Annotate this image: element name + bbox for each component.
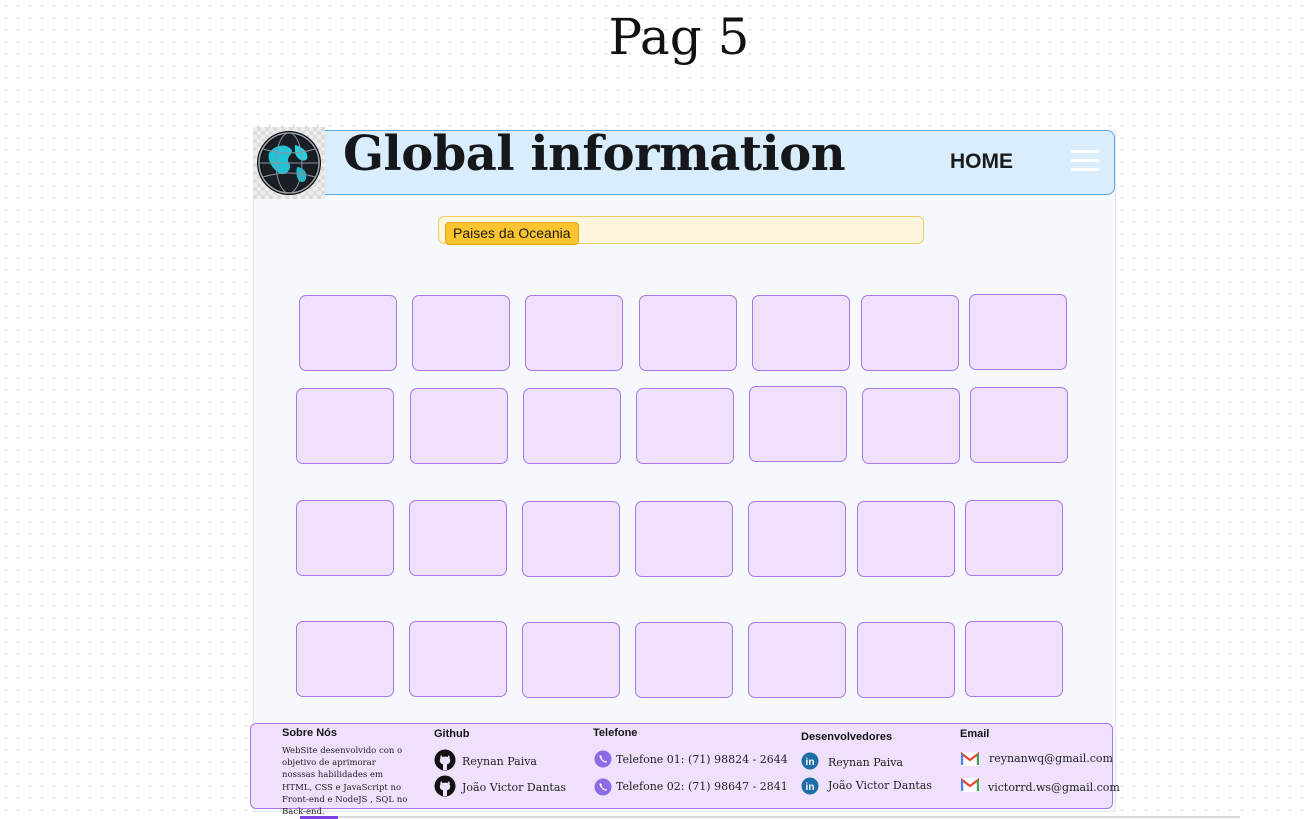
gmail-icon — [961, 778, 979, 792]
footer-email-title: Email — [960, 728, 990, 740]
globe-icon — [257, 131, 321, 195]
country-card[interactable] — [965, 621, 1063, 697]
country-card[interactable] — [522, 622, 620, 698]
region-chip[interactable]: Paises da Oceania — [445, 222, 579, 245]
country-card[interactable] — [970, 387, 1068, 463]
country-card[interactable] — [296, 500, 394, 576]
phone-02[interactable]: Telefone 02: (71) 98647 - 2841 — [616, 780, 788, 793]
page-title: Pag 5 — [608, 8, 750, 66]
country-card[interactable] — [639, 295, 737, 371]
footer-about-text: WebSite desenvolvido con o objetivo de a… — [282, 746, 408, 818]
brand-title: Global information — [343, 126, 846, 182]
linkedin-link-joao[interactable]: João Victor Dantas — [828, 779, 932, 792]
country-card[interactable] — [752, 295, 850, 371]
country-card[interactable] — [857, 501, 955, 577]
country-card[interactable] — [969, 294, 1067, 370]
country-card[interactable] — [299, 295, 397, 371]
github-icon[interactable] — [434, 749, 456, 771]
country-card[interactable] — [748, 501, 846, 577]
footer-about-title: Sobre Nós — [282, 727, 338, 739]
footer-phone-title: Telefone — [593, 727, 638, 739]
country-card[interactable] — [296, 388, 394, 464]
footer-devs-title: Desenvolvedores — [801, 731, 893, 743]
nav-home-link[interactable]: HOME — [950, 150, 1013, 174]
country-card[interactable] — [410, 388, 508, 464]
country-card[interactable] — [861, 295, 959, 371]
country-card[interactable] — [412, 295, 510, 371]
horizontal-scrollbar[interactable] — [300, 816, 1240, 818]
country-card[interactable] — [409, 621, 507, 697]
github-link-joao[interactable]: João Victor Dantas — [462, 781, 566, 794]
country-card[interactable] — [409, 500, 507, 576]
gmail-icon — [961, 752, 979, 766]
country-card[interactable] — [522, 501, 620, 577]
svg-text:in: in — [806, 757, 815, 768]
email-joao[interactable]: victorrd.ws@gmail.com — [988, 781, 1120, 794]
country-card[interactable] — [965, 500, 1063, 576]
country-card[interactable] — [749, 386, 847, 462]
github-link-reynan[interactable]: Reynan Paiva — [462, 755, 537, 768]
viber-phone-icon — [594, 778, 612, 796]
svg-text:in: in — [806, 782, 815, 793]
country-card[interactable] — [636, 388, 734, 464]
country-card[interactable] — [635, 622, 733, 698]
linkedin-icon[interactable]: in — [801, 752, 819, 770]
country-card[interactable] — [748, 622, 846, 698]
country-card[interactable] — [635, 501, 733, 577]
country-card[interactable] — [523, 388, 621, 464]
linkedin-link-reynan[interactable]: Reynan Paiva — [828, 756, 903, 769]
phone-01[interactable]: Telefone 01: (71) 98824 - 2644 — [616, 753, 788, 766]
email-reynan[interactable]: reynanwq@gmail.com — [989, 752, 1113, 765]
country-card[interactable] — [296, 621, 394, 697]
country-card[interactable] — [862, 388, 960, 464]
footer-github-title: Github — [434, 728, 470, 740]
viber-phone-icon — [594, 750, 612, 768]
github-icon[interactable] — [434, 775, 456, 797]
hamburger-menu-icon[interactable] — [1071, 150, 1099, 172]
country-card[interactable] — [857, 622, 955, 698]
country-card[interactable] — [525, 295, 623, 371]
logo[interactable] — [253, 127, 325, 199]
linkedin-icon[interactable]: in — [801, 777, 819, 795]
